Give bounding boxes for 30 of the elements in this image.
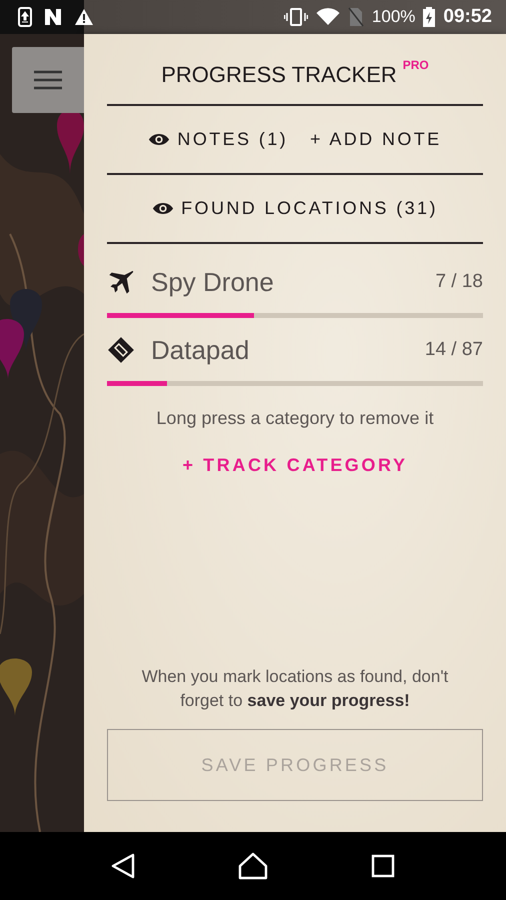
home-icon[interactable]: [238, 852, 268, 880]
wifi-icon: [316, 8, 340, 26]
menu-button[interactable]: [12, 47, 84, 113]
hint-text: Long press a category to remove it: [155, 408, 435, 429]
notes-button[interactable]: NOTES (1): [148, 125, 288, 154]
warning-icon: [74, 8, 94, 26]
vibrate-icon: [284, 8, 308, 26]
category-name[interactable]: Datapad: [151, 334, 409, 366]
found-locations-button[interactable]: FOUND LOCATIONS (31): [152, 194, 438, 223]
category-name[interactable]: Spy Drone: [151, 266, 420, 298]
category-count: 7 / 18: [435, 271, 483, 293]
clock: 09:52: [443, 6, 492, 28]
add-note-button[interactable]: + ADD NOTE: [310, 125, 442, 154]
no-sim-icon: [348, 7, 364, 27]
pro-label: PRO: [402, 58, 429, 72]
diamond-icon: [107, 336, 135, 364]
panel-title: PROGRESS TRACKER: [161, 62, 397, 88]
plane-icon: [107, 268, 135, 296]
upload-icon: [18, 7, 32, 27]
back-icon[interactable]: [111, 853, 136, 879]
recents-icon[interactable]: [370, 854, 395, 878]
save-reminder: When you mark locations as found, don't forget to save your progress!: [140, 666, 450, 712]
eye-icon: [152, 201, 174, 216]
eye-icon: [148, 132, 170, 147]
track-category-button[interactable]: + TRACK CATEGORY: [174, 451, 416, 480]
n-logo-icon: [44, 8, 62, 26]
menu-icon: [34, 70, 62, 90]
battery-charging-icon: [423, 7, 436, 27]
category-count: 14 / 87: [424, 339, 483, 361]
battery-percent: 100%: [372, 7, 416, 27]
